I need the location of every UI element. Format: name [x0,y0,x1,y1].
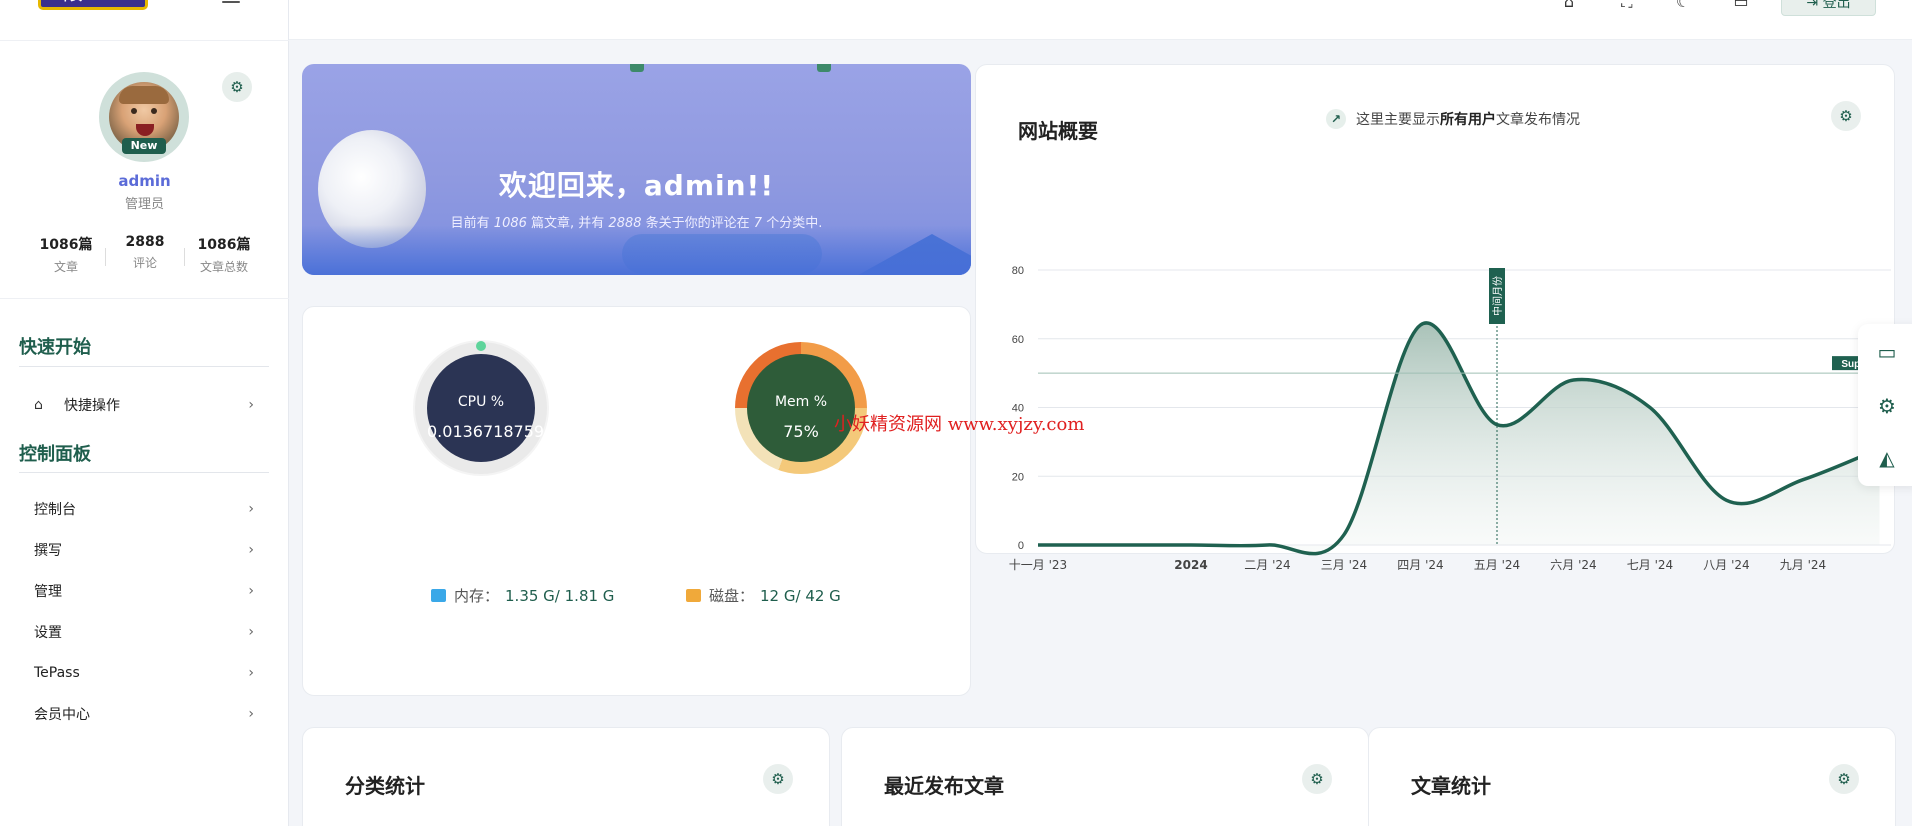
monitor-icon [431,589,446,602]
cpu-gauge-value: 0.0136718759 [427,422,545,441]
category-settings-gear-icon[interactable]: ⚙ [763,764,793,794]
system-status-card: CPU % 0.0136718759 Mem % 75% 内存： 1.35 G/… [302,306,971,696]
sidebar-item-write[interactable]: 撰写 › [34,538,254,562]
chevron-right-icon: › [248,583,254,599]
home-icon: ⌂ [34,397,43,413]
watermark-text: 小妖精资源网 www.xyjzy.com [834,414,1085,435]
arrow-up-right-icon: ↗ [1326,109,1346,129]
category-stats-card: 分类统计 ⚙ [302,727,830,826]
y-tick-label: 60 [1012,334,1024,346]
sidebar-item-tepass[interactable]: TePass › [34,661,254,685]
profile-stats: 1086篇 文章 2888 评论 1086篇 文章总数 [30,234,260,274]
logout-button[interactable]: ⇥ 登出 [1781,0,1876,16]
middle-month-label: 中间月份 [1491,276,1504,316]
category-stats-title: 分类统计 [345,774,425,798]
overview-chart: 020406080中间月份Support十一月 '232024二月 '24三月 … [1009,265,1891,572]
chevron-right-icon: › [248,665,254,681]
memory-info: 内存： 1.35 G/ 1.81 G [431,585,614,606]
sidebar-item-manage[interactable]: 管理 › [34,579,254,603]
divider [19,472,269,473]
site-overview-card: 网站概要 ↗ 这里主要显示所有用户文章发布情况 ⚙ 020406080中间月份S… [975,64,1895,572]
recent-posts-settings-gear-icon[interactable]: ⚙ [1302,764,1332,794]
top-header [289,0,1912,40]
series-area [1038,322,1880,554]
dark-mode-icon[interactable]: ☾ [1672,0,1694,11]
user-role: 管理员 [124,197,164,212]
x-tick-label: 五月 '24 [1474,558,1520,572]
x-tick-label: 六月 '24 [1550,558,1596,572]
cpu-gauge: CPU % 0.0136718759 [415,341,547,474]
chevron-right-icon: › [248,542,254,558]
banner-tab-mark [817,64,831,72]
overview-settings-gear-icon[interactable]: ⚙ [1831,101,1861,131]
settings-gear-icon[interactable]: ⚙ [1874,394,1900,420]
x-tick-label: 八月 '24 [1703,558,1749,572]
fullscreen-icon[interactable]: ⛶ [1616,0,1638,11]
memory-gauge-title: Mem % [774,394,828,410]
post-stats-settings-gear-icon[interactable]: ⚙ [1829,764,1859,794]
chevron-right-icon: › [248,397,254,413]
chevron-right-icon: › [248,624,254,640]
x-tick-label: 四月 '24 [1397,558,1443,572]
recent-posts-card: 最近发布文章 ⚙ [841,727,1369,826]
post-stats-card: 文章统计 ⚙ [1368,727,1896,826]
memory-gauge: Mem % 75% [735,342,867,474]
paint-bucket-icon[interactable]: ◭ [1874,446,1900,472]
disk-icon [686,589,701,602]
stat-comments: 2888 评论 [125,234,165,270]
sidebar-item-quick-actions[interactable]: ⌂ 快捷操作 › [34,393,254,417]
divider [19,366,269,367]
username[interactable]: admin [0,172,289,190]
stat-total-posts: 1086篇 文章总数 [197,237,251,274]
cpu-indicator-dot [476,341,486,351]
overview-title: 网站概要 [1018,119,1098,143]
y-tick-label: 80 [1012,265,1024,277]
message-icon[interactable]: ▭ [1730,0,1752,11]
sidebar-item-settings[interactable]: 设置 › [34,620,254,644]
x-tick-label: 2024 [1174,558,1207,572]
floating-tool-panel: ▭ ⚙ ◭ [1858,324,1912,486]
banner-shade [302,225,971,275]
y-tick-label: 20 [1012,471,1024,483]
home-icon[interactable]: ⌂ [1558,0,1580,11]
brand-logo[interactable]: 叶安Admin [38,0,148,10]
divider [105,248,106,266]
divider [184,248,185,266]
menu-toggle-icon[interactable] [222,0,240,6]
layout-icon[interactable]: ▭ [1874,340,1900,366]
stat-posts: 1086篇 文章 [39,237,93,274]
welcome-description: 目前有 1086 篇文章, 并有 2888 条关于你的评论在 7 个分类中. [450,216,823,231]
disk-info: 磁盘： 12 G/ 42 G [686,585,841,606]
x-tick-label: 七月 '24 [1627,558,1673,572]
avatar[interactable]: New [99,72,189,162]
welcome-banner: 欢迎回来，admin!! 目前有 1086 篇文章, 并有 2888 条关于你的… [302,64,971,275]
sidebar-item-member-center[interactable]: 会员中心 › [34,702,254,726]
chevron-right-icon: › [248,706,254,722]
banner-tab-mark [630,64,644,72]
profile-settings-gear-icon[interactable]: ⚙ [222,72,252,102]
y-tick-label: 0 [1018,540,1024,552]
section-title-control-panel: 控制面板 [19,444,91,465]
divider [0,298,289,299]
logout-icon: ⇥ [1806,0,1823,11]
x-tick-label: 十一月 '23 [1009,558,1067,572]
recent-posts-title: 最近发布文章 [884,774,1004,798]
welcome-title: 欢迎回来，admin!! [498,169,775,202]
post-stats-title: 文章统计 [1411,774,1491,798]
chevron-right-icon: › [248,501,254,517]
overview-note: ↗ 这里主要显示 所有用户 文章发布情况 [1326,109,1580,129]
section-title-quick-start: 快速开始 [19,337,91,358]
sidebar-item-dashboard[interactable]: 控制台 › [34,497,254,521]
x-tick-label: 三月 '24 [1321,558,1367,572]
sidebar: 叶安Admin New ⚙ admin 管理员 1086篇 文章 2888 评论… [0,0,289,826]
x-tick-label: 九月 '24 [1780,558,1826,572]
divider [0,40,289,41]
x-tick-label: 二月 '24 [1244,558,1290,572]
cpu-gauge-title: CPU % [457,394,505,410]
new-badge: New [122,138,166,154]
